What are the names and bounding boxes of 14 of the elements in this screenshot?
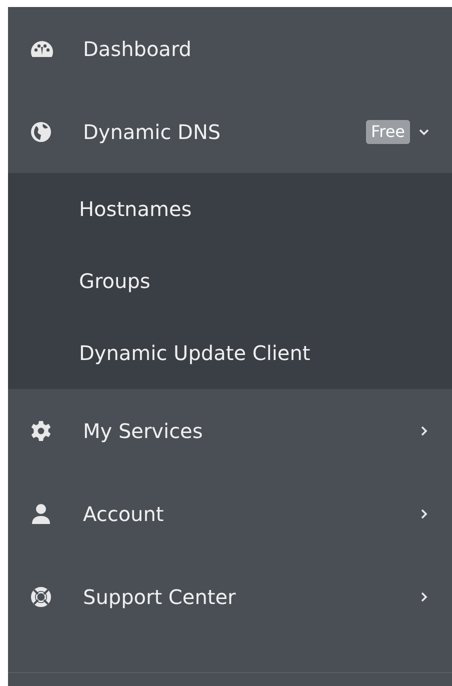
user-icon	[30, 502, 52, 524]
submenu-item[interactable]: Dynamic Update Client	[79, 338, 310, 368]
menu-item[interactable]: Dashboard	[83, 34, 192, 64]
submenu-item[interactable]: Hostnames	[79, 194, 192, 224]
globe-icon	[30, 120, 52, 142]
menu-item[interactable]: Dynamic DNS	[83, 116, 221, 146]
gear-icon	[30, 420, 52, 442]
dashboard-gauge-icon	[30, 40, 54, 58]
badge: Free	[366, 120, 410, 144]
submenu-item[interactable]: Groups	[79, 266, 150, 296]
lifebuoy-icon	[30, 586, 52, 608]
menu-item[interactable]: Support Center	[83, 582, 236, 612]
menu-item[interactable]: Account	[83, 498, 164, 528]
menu-item[interactable]: My Services	[83, 416, 203, 446]
